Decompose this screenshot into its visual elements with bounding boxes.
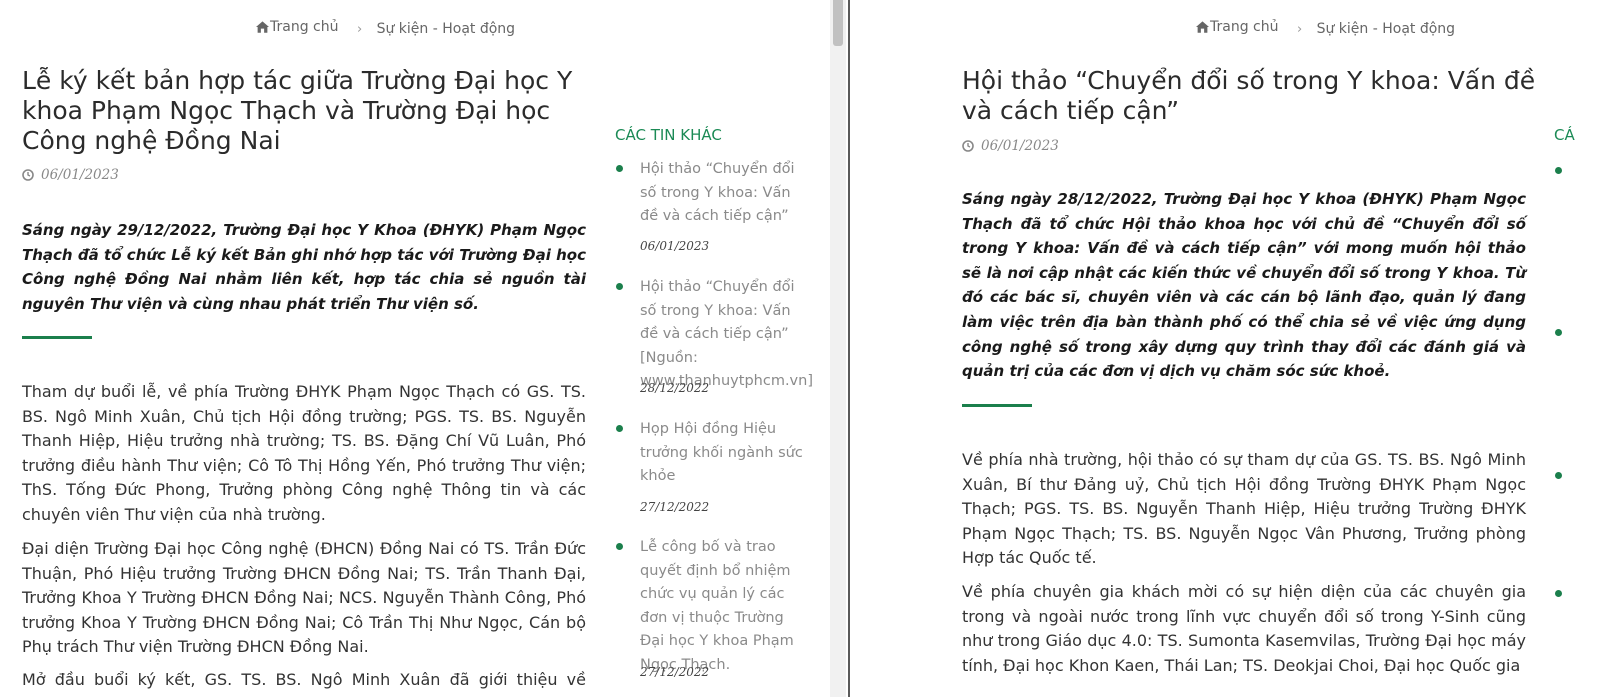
sidebar-heading: CÁ [1554, 126, 1575, 144]
article-date: 06/01/2023 [22, 167, 119, 183]
news-date: 06/01/2023 [640, 239, 710, 253]
clock-icon [962, 140, 974, 152]
bullet-icon [1555, 329, 1562, 336]
news-date: 27/12/2022 [640, 500, 710, 514]
news-date: 28/12/2022 [640, 381, 710, 395]
news-link[interactable]: Lễ công bố và trao quyết định bổ nhiệm c… [640, 536, 811, 678]
bullet-icon [616, 165, 623, 172]
bullet-icon [1555, 167, 1562, 174]
breadcrumb-home-link[interactable]: Trang chủ [256, 19, 338, 35]
related-news-list: Hội thảo “Chuyển đổi số trong Y khoa: Vấ… [616, 158, 816, 697]
breadcrumb-home-link[interactable]: Trang chủ [1196, 19, 1278, 35]
news-link[interactable]: Họp Hội đồng Hiệu trưởng khối ngành sức … [640, 418, 811, 489]
news-link[interactable]: Hội thảo “Chuyển đổi số trong Y khoa: Vấ… [640, 276, 813, 394]
article-paragraph: Tham dự buổi lễ, về phía Trường ĐHYK Phạ… [22, 382, 586, 524]
home-icon [256, 21, 269, 33]
article-lead: Sáng ngày 28/12/2022, Trường Đại học Y k… [962, 190, 1526, 381]
news-date: 27/12/2022 [640, 665, 710, 679]
breadcrumb: Trang chủ › Sự kiện - Hoạt động [1196, 19, 1455, 37]
article-paragraph: Về phía nhà trường, hội thảo có sự tham … [962, 450, 1526, 568]
bullet-icon [616, 543, 623, 550]
vertical-scrollbar[interactable] [830, 0, 846, 697]
breadcrumb-current[interactable]: Sự kiện - Hoạt động [1317, 21, 1455, 37]
chevron-right-icon: › [1296, 22, 1303, 37]
article-paragraph: Về phía chuyên gia khách mời có sự hiện … [962, 582, 1526, 675]
article-title: Lễ ký kết bản hợp tác giữa Trường Đại họ… [22, 66, 573, 155]
bullet-icon [1555, 590, 1562, 597]
clock-icon [22, 169, 34, 181]
bullet-icon [616, 283, 623, 290]
bullet-icon [616, 425, 623, 432]
home-icon [1196, 21, 1209, 33]
article-date: 06/01/2023 [962, 138, 1059, 154]
left-browser-pane: Trang chủ › Sự kiện - Hoạt động Lễ ký kế… [0, 0, 848, 697]
sidebar-heading: CÁC TIN KHÁC [615, 126, 722, 144]
article-date-text: 06/01/2023 [981, 138, 1059, 154]
article-date-text: 06/01/2023 [41, 167, 119, 183]
chevron-right-icon: › [356, 22, 363, 37]
bullet-icon [1555, 472, 1562, 479]
article-lead: Sáng ngày 29/12/2022, Trường Đại học Y K… [22, 221, 586, 313]
breadcrumb-home-label: Trang chủ [270, 19, 339, 35]
breadcrumb-home-label: Trang chủ [1210, 19, 1279, 35]
section-divider [962, 404, 1032, 407]
news-link[interactable]: Hội thảo “Chuyển đổi số trong Y khoa: Vấ… [640, 158, 811, 229]
breadcrumb-current[interactable]: Sự kiện - Hoạt động [377, 21, 515, 37]
article-paragraph: Đại diện Trường Đại học Công nghệ (ĐHCN)… [22, 539, 586, 657]
section-divider [22, 336, 92, 339]
article-title: Hội thảo “Chuyển đổi số trong Y khoa: Vấ… [962, 66, 1536, 125]
right-browser-pane: Trang chủ › Sự kiện - Hoạt động Hội thảo… [850, 0, 1602, 697]
breadcrumb: Trang chủ › Sự kiện - Hoạt động [256, 19, 515, 37]
scrollbar-thumb[interactable] [833, 0, 843, 46]
article-paragraph: Mở đầu buổi ký kết, GS. TS. BS. Ngô Minh… [22, 670, 586, 697]
